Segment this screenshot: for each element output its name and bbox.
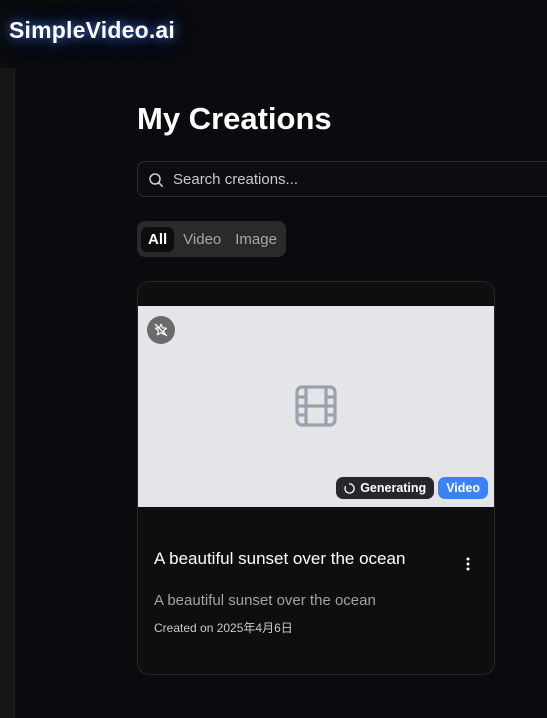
search-icon — [149, 173, 163, 187]
status-badge: Generating — [336, 477, 435, 499]
creation-thumbnail[interactable]: Generating Video — [138, 306, 494, 507]
film-icon — [295, 385, 337, 427]
filter-tab-all[interactable]: All — [141, 226, 175, 252]
more-vertical-icon — [466, 557, 470, 571]
creation-description: A beautiful sunset over the ocean — [154, 592, 376, 609]
more-options-button[interactable] — [460, 555, 476, 573]
page-title: My Creations — [137, 101, 332, 136]
muted-star-button[interactable] — [147, 316, 175, 344]
search-box — [137, 161, 547, 197]
search-input[interactable] — [173, 162, 543, 196]
badge-group: Generating Video — [336, 477, 488, 499]
filter-tab-image[interactable]: Image — [230, 227, 282, 252]
top-bar: SimpleVideo.ai — [0, 0, 547, 68]
muted-star-icon — [154, 323, 168, 337]
filter-tab-video[interactable]: Video — [178, 227, 226, 252]
type-badge: Video — [438, 477, 488, 499]
creation-card[interactable]: Generating Video A beautiful sunset over… — [137, 281, 495, 675]
creation-title: A beautiful sunset over the ocean — [154, 549, 406, 568]
creation-date: Created on 2025年4月6日 — [154, 621, 293, 635]
spinner-icon — [344, 482, 355, 494]
sidebar — [0, 68, 15, 718]
status-badge-label: Generating — [360, 481, 427, 495]
app-logo[interactable]: SimpleVideo.ai — [9, 17, 175, 44]
filter-tabs: All Video Image — [137, 221, 286, 257]
